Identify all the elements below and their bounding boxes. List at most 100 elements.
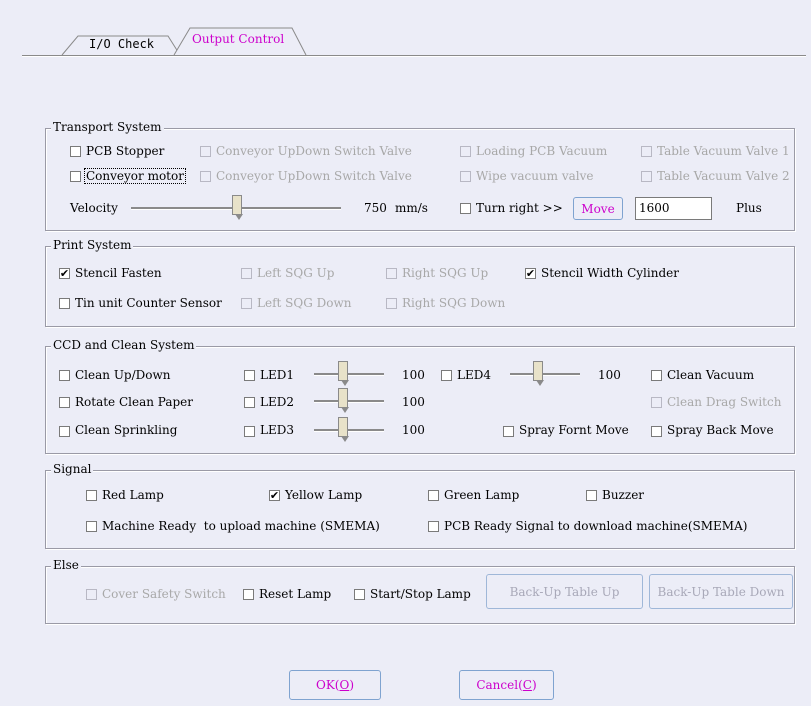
red-lamp-checkbox[interactable] bbox=[86, 490, 97, 501]
led2-checkbox[interactable] bbox=[244, 397, 255, 408]
rotate-clean-paper-checkbox[interactable] bbox=[59, 397, 70, 408]
ok-button-accel-key: O bbox=[339, 678, 350, 692]
conveyor-updown-valve-1-label: Conveyor UpDown Switch Valve bbox=[216, 144, 412, 158]
pcb-stopper-checkbox[interactable] bbox=[70, 146, 81, 157]
led1-label: LED1 bbox=[260, 368, 294, 382]
led4-slider-track[interactable] bbox=[510, 373, 580, 376]
turn-right-label: Turn right >> bbox=[476, 201, 563, 215]
yellow-lamp-checkbox[interactable]: ✔ bbox=[269, 490, 280, 501]
cancel-button-accel-key: C bbox=[522, 678, 532, 692]
buzzer-checkbox[interactable] bbox=[586, 490, 597, 501]
led3-value: 100 bbox=[402, 423, 425, 437]
ok-button[interactable]: OK(O) bbox=[289, 670, 381, 700]
pcb-stopper-label: PCB Stopper bbox=[86, 144, 165, 158]
led1-value: 100 bbox=[402, 368, 425, 382]
signal-title: Signal bbox=[51, 462, 94, 476]
led4-checkbox[interactable] bbox=[441, 370, 452, 381]
table-vacuum-valve-1-checkbox[interactable] bbox=[641, 146, 652, 157]
spray-back-move-label: Spray Back Move bbox=[667, 423, 774, 437]
red-lamp-label: Red Lamp bbox=[102, 488, 164, 502]
cancel-button[interactable]: Cancel(C) bbox=[459, 670, 554, 700]
led2-slider-track[interactable] bbox=[314, 400, 384, 403]
conveyor-updown-valve-2-label: Conveyor UpDown Switch Valve bbox=[216, 169, 412, 183]
plus-input[interactable]: 1600 bbox=[635, 197, 712, 220]
wipe-vacuum-valve-checkbox[interactable] bbox=[460, 171, 471, 182]
clean-sprinkling-checkbox[interactable] bbox=[59, 426, 70, 437]
tab-output-control[interactable]: Output Control bbox=[192, 32, 284, 46]
move-button[interactable]: Move bbox=[573, 197, 623, 220]
check-icon: ✔ bbox=[59, 267, 70, 280]
reset-lamp-checkbox[interactable] bbox=[243, 589, 254, 600]
stencil-width-cylinder-checkbox[interactable]: ✔ bbox=[525, 268, 536, 279]
clean-updown-checkbox[interactable] bbox=[59, 370, 70, 381]
clean-drag-switch-label: Clean Drag Switch bbox=[667, 395, 782, 409]
clean-sprinkling-label: Clean Sprinkling bbox=[75, 423, 178, 437]
buzzer-label: Buzzer bbox=[602, 488, 645, 502]
cover-safety-switch-checkbox[interactable] bbox=[86, 589, 97, 600]
stencil-fasten-checkbox[interactable]: ✔ bbox=[59, 268, 70, 279]
led3-slider-track[interactable] bbox=[314, 429, 384, 432]
rotate-clean-paper-label: Rotate Clean Paper bbox=[75, 395, 194, 409]
stencil-width-cylinder-label: Stencil Width Cylinder bbox=[541, 266, 679, 280]
spray-front-move-label: Spray Fornt Move bbox=[519, 423, 629, 437]
tin-unit-counter-sensor-checkbox[interactable] bbox=[59, 298, 70, 309]
pcb-ready-signal-label: PCB Ready Signal to download machine(SME… bbox=[444, 519, 748, 533]
right-sqg-up-label: Right SQG Up bbox=[402, 266, 489, 280]
cover-safety-switch-label: Cover Safety Switch bbox=[102, 587, 226, 601]
conveyor-motor-label: Conveyor motor bbox=[84, 168, 186, 184]
led4-slider-thumb[interactable] bbox=[533, 361, 544, 386]
tab-baseline-highlight bbox=[22, 56, 806, 57]
right-sqg-down-checkbox[interactable] bbox=[386, 298, 397, 309]
spray-front-move-checkbox[interactable] bbox=[503, 426, 514, 437]
machine-ready-checkbox[interactable] bbox=[86, 521, 97, 532]
conveyor-motor-checkbox[interactable] bbox=[70, 171, 81, 182]
backup-table-up-button[interactable]: Back-Up Table Up bbox=[486, 574, 643, 609]
velocity-slider-thumb[interactable] bbox=[232, 195, 243, 220]
start-stop-lamp-checkbox[interactable] bbox=[354, 589, 365, 600]
led1-checkbox[interactable] bbox=[244, 370, 255, 381]
spray-back-move-checkbox[interactable] bbox=[651, 426, 662, 437]
led2-label: LED2 bbox=[260, 395, 294, 409]
wipe-vacuum-valve-label: Wipe vacuum valve bbox=[476, 169, 594, 183]
right-sqg-down-label: Right SQG Down bbox=[402, 296, 506, 310]
else-title: Else bbox=[51, 558, 81, 572]
clean-vacuum-checkbox[interactable] bbox=[651, 370, 662, 381]
led2-slider-thumb[interactable] bbox=[338, 388, 349, 413]
turn-right-checkbox[interactable] bbox=[460, 203, 471, 214]
led3-checkbox[interactable] bbox=[244, 426, 255, 437]
velocity-unit: mm/s bbox=[395, 201, 428, 215]
plus-label: Plus bbox=[736, 201, 762, 215]
led1-slider-track[interactable] bbox=[314, 373, 384, 376]
machine-ready-label: Machine Ready to upload machine (SMEMA) bbox=[102, 519, 380, 533]
start-stop-lamp-label: Start/Stop Lamp bbox=[370, 587, 471, 601]
led4-value: 100 bbox=[598, 368, 621, 382]
ok-button-text: OK bbox=[315, 678, 335, 692]
output-control-window: { "tabs": [ {"label": "I/O Check", "acti… bbox=[0, 0, 811, 706]
led3-slider-thumb[interactable] bbox=[338, 417, 349, 442]
clean-vacuum-label: Clean Vacuum bbox=[667, 368, 755, 382]
tab-strip bbox=[61, 27, 307, 56]
conveyor-updown-valve-2-checkbox[interactable] bbox=[200, 171, 211, 182]
backup-table-down-button[interactable]: Back-Up Table Down bbox=[649, 574, 793, 609]
tab-io-check[interactable]: I/O Check bbox=[89, 37, 154, 51]
green-lamp-checkbox[interactable] bbox=[428, 490, 439, 501]
reset-lamp-label: Reset Lamp bbox=[259, 587, 332, 601]
led2-value: 100 bbox=[402, 395, 425, 409]
green-lamp-label: Green Lamp bbox=[444, 488, 520, 502]
tin-unit-counter-sensor-label: Tin unit Counter Sensor bbox=[75, 296, 222, 310]
left-sqg-up-checkbox[interactable] bbox=[241, 268, 252, 279]
print-system-title: Print System bbox=[51, 238, 134, 252]
led1-slider-thumb[interactable] bbox=[338, 361, 349, 386]
left-sqg-down-checkbox[interactable] bbox=[241, 298, 252, 309]
conveyor-updown-valve-1-checkbox[interactable] bbox=[200, 146, 211, 157]
loading-pcb-vacuum-label: Loading PCB Vacuum bbox=[476, 144, 608, 158]
pcb-ready-signal-checkbox[interactable] bbox=[428, 521, 439, 532]
led4-label: LED4 bbox=[457, 368, 491, 382]
table-vacuum-valve-2-checkbox[interactable] bbox=[641, 171, 652, 182]
clean-updown-label: Clean Up/Down bbox=[75, 368, 171, 382]
right-sqg-up-checkbox[interactable] bbox=[386, 268, 397, 279]
left-sqg-down-label: Left SQG Down bbox=[257, 296, 352, 310]
loading-pcb-vacuum-checkbox[interactable] bbox=[460, 146, 471, 157]
print-system-group bbox=[45, 246, 795, 327]
clean-drag-switch-checkbox[interactable] bbox=[651, 397, 662, 408]
